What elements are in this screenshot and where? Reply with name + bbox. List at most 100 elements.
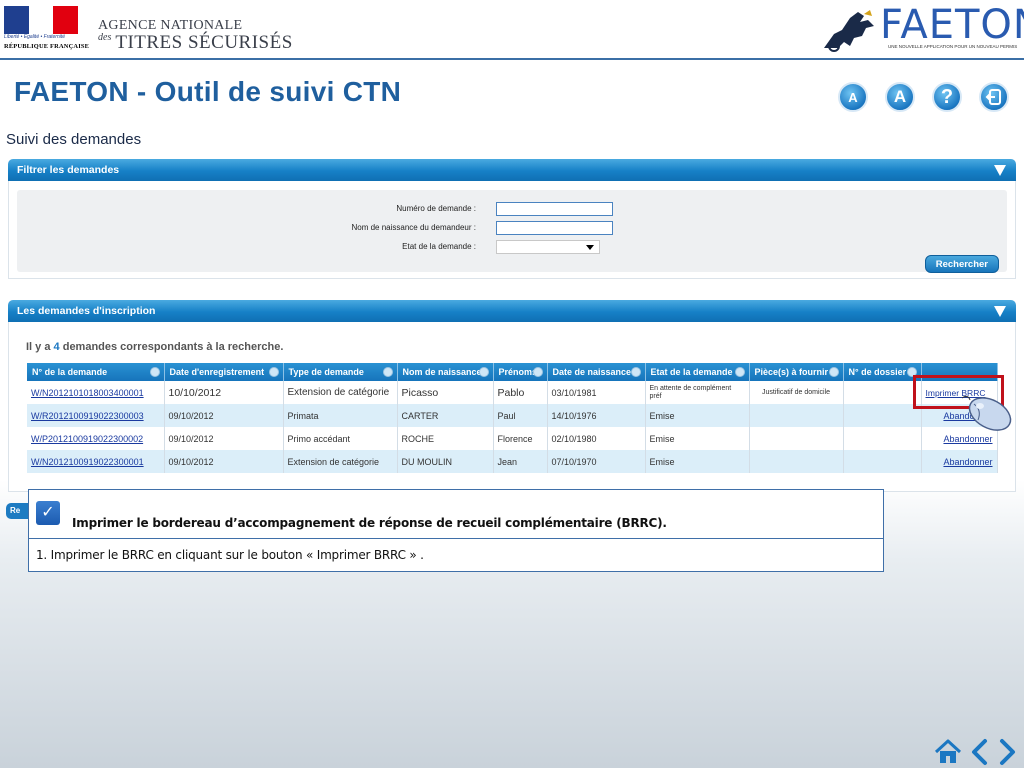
cell-dossier <box>843 381 922 404</box>
abandon-link[interactable]: Abandonner <box>943 434 992 444</box>
col-header[interactable]: N° de dossier <box>843 363 922 381</box>
cell-date-naiss: 03/10/1981 <box>547 381 646 404</box>
nom-input[interactable] <box>496 221 613 235</box>
etat-select[interactable] <box>496 240 600 254</box>
cell-dossier <box>843 450 922 473</box>
cell-prenom: Pablo <box>493 381 548 404</box>
instruction-callout: ✓ Imprimer le bordereau d’accompagnement… <box>28 489 884 572</box>
callout-divider <box>29 538 883 539</box>
help-icon: ? <box>940 85 954 108</box>
cell-date-naiss: 07/10/1970 <box>547 450 646 473</box>
col-header[interactable]: N° de la demande <box>27 363 165 381</box>
collapse-triangle-icon[interactable] <box>994 165 1006 176</box>
section-title: Suivi des demandes <box>6 131 142 148</box>
col-header[interactable]: Etat de la demande <box>645 363 750 381</box>
col-header[interactable]: Date de naissance <box>547 363 646 381</box>
col-header[interactable]: Prénoms <box>493 363 548 381</box>
sort-icon <box>828 367 839 377</box>
horse-chariot-icon <box>824 10 874 52</box>
count-suffix: demandes correspondants à la recherche. <box>62 341 284 353</box>
font-increase-button[interactable]: A <box>885 82 915 112</box>
numero-label: Numéro de demande : <box>396 204 476 213</box>
cell-date-enreg: 09/10/2012 <box>164 427 284 450</box>
cell-etat: Emise <box>645 450 750 473</box>
logout-icon <box>985 89 1001 105</box>
cell-etat: Emise <box>645 427 750 450</box>
count-prefix: Il y a <box>26 341 51 353</box>
nom-label: Nom de naissance du demandeur : <box>351 223 476 232</box>
request-number-link[interactable]: W/N2012100919022300001 <box>31 457 144 467</box>
faeton-wordmark: FAETON <box>880 2 1024 48</box>
tricolor-flag <box>4 6 79 34</box>
font-increase-icon: A <box>893 87 907 106</box>
search-button[interactable]: Rechercher <box>924 255 999 273</box>
font-decrease-icon: A <box>848 89 858 105</box>
sort-icon <box>532 367 543 377</box>
request-number-link[interactable]: W/P2012100919022300002 <box>31 434 143 444</box>
results-panel: Il y a 4 demandes correspondants à la re… <box>8 322 1016 492</box>
abandon-link[interactable]: Abandonner <box>943 457 992 467</box>
cell-dossier <box>843 427 922 450</box>
cell-etat: Emise <box>645 404 750 427</box>
cell-prenom: Jean <box>493 450 548 473</box>
collapse-triangle-icon[interactable] <box>994 306 1006 317</box>
chevron-right-icon[interactable] <box>996 738 1018 766</box>
sort-icon <box>630 367 641 377</box>
col-header[interactable]: Nom de naissance <box>397 363 494 381</box>
faeton-logo: FAETON UNE NOUVELLE APPLICATION POUR UN … <box>820 2 1024 56</box>
help-button[interactable]: ? <box>932 82 962 112</box>
count-number: 4 <box>53 341 60 353</box>
cell-pieces <box>749 404 844 427</box>
cell-prenom: Florence <box>493 427 548 450</box>
request-number-link[interactable]: W/N2012101018003400001 <box>31 388 144 398</box>
home-icon[interactable] <box>934 739 962 765</box>
agency-line2: TITRES SÉCURISÉS <box>115 32 293 53</box>
sort-icon <box>478 367 489 377</box>
cell-date-enreg: 09/10/2012 <box>164 404 284 427</box>
cell-nom: DU MOULIN <box>397 450 494 473</box>
col-header[interactable]: Pièce(s) à fournir <box>749 363 844 381</box>
faeton-tagline: UNE NOUVELLE APPLICATION POUR UN NOUVEAU… <box>888 44 1018 49</box>
cell-pieces: Justificatif de domicile <box>749 381 844 404</box>
sort-icon <box>734 367 745 377</box>
request-number-link[interactable]: W/R2012100919022300003 <box>31 411 144 421</box>
cell-type: Extension de catégorie <box>283 381 398 404</box>
col-header[interactable]: Type de demande <box>283 363 398 381</box>
cell-type: Primata <box>283 404 398 427</box>
cell-date-naiss: 02/10/1980 <box>547 427 646 450</box>
rf-name: RÉPUBLIQUE FRANÇAISE <box>4 43 90 50</box>
table-row: W/N2012100919022300001 09/10/2012 Extens… <box>27 450 998 473</box>
sort-icon <box>382 367 393 377</box>
header-divider <box>0 58 1024 60</box>
cell-date-enreg: 10/10/2012 <box>164 381 284 404</box>
cell-dossier <box>843 404 922 427</box>
numero-input[interactable] <box>496 202 613 216</box>
ants-logo: AGENCE NATIONALE des TITRES SÉCURISÉS <box>98 18 292 53</box>
table-row: W/N2012101018003400001 10/10/2012 Extens… <box>27 381 998 404</box>
cell-nom: ROCHE <box>397 427 494 450</box>
rf-motto: Liberté • Égalité • Fraternité <box>4 34 66 40</box>
dropdown-arrow-icon <box>586 245 594 250</box>
app-title: FAETON - Outil de suivi CTN <box>14 76 402 107</box>
filter-panel: Numéro de demande : Nom de naissance du … <box>8 181 1016 279</box>
chevron-left-icon[interactable] <box>969 738 991 766</box>
instruction-title: Imprimer le bordereau d’accompagnement d… <box>72 516 667 530</box>
logout-button[interactable] <box>979 82 1009 112</box>
table-row: W/R2012100919022300003 09/10/2012 Primat… <box>27 404 998 427</box>
col-header[interactable]: Date d'enregistrement <box>164 363 284 381</box>
filter-form: Numéro de demande : Nom de naissance du … <box>17 190 1007 273</box>
etat-label: Etat de la demande : <box>402 242 476 251</box>
cell-nom: CARTER <box>397 404 494 427</box>
filter-panel-header[interactable]: Filtrer les demandes <box>8 159 1016 181</box>
agency-des: des <box>98 32 112 43</box>
cell-date-enreg: 09/10/2012 <box>164 450 284 473</box>
cell-type: Primo accédant <box>283 427 398 450</box>
cell-nom: Picasso <box>397 381 494 404</box>
results-panel-header[interactable]: Les demandes d'inscription <box>8 300 1016 322</box>
top-banner: Liberté • Égalité • Fraternité RÉPUBLIQU… <box>0 0 1024 58</box>
instruction-step: 1. Imprimer le BRRC en cliquant sur le b… <box>36 548 424 562</box>
font-decrease-button[interactable]: A <box>838 82 868 112</box>
table-header-row: N° de la demande Date d'enregistrement T… <box>27 363 998 381</box>
cell-type: Extension de catégorie <box>283 450 398 473</box>
filter-panel-title: Filtrer les demandes <box>17 164 120 176</box>
